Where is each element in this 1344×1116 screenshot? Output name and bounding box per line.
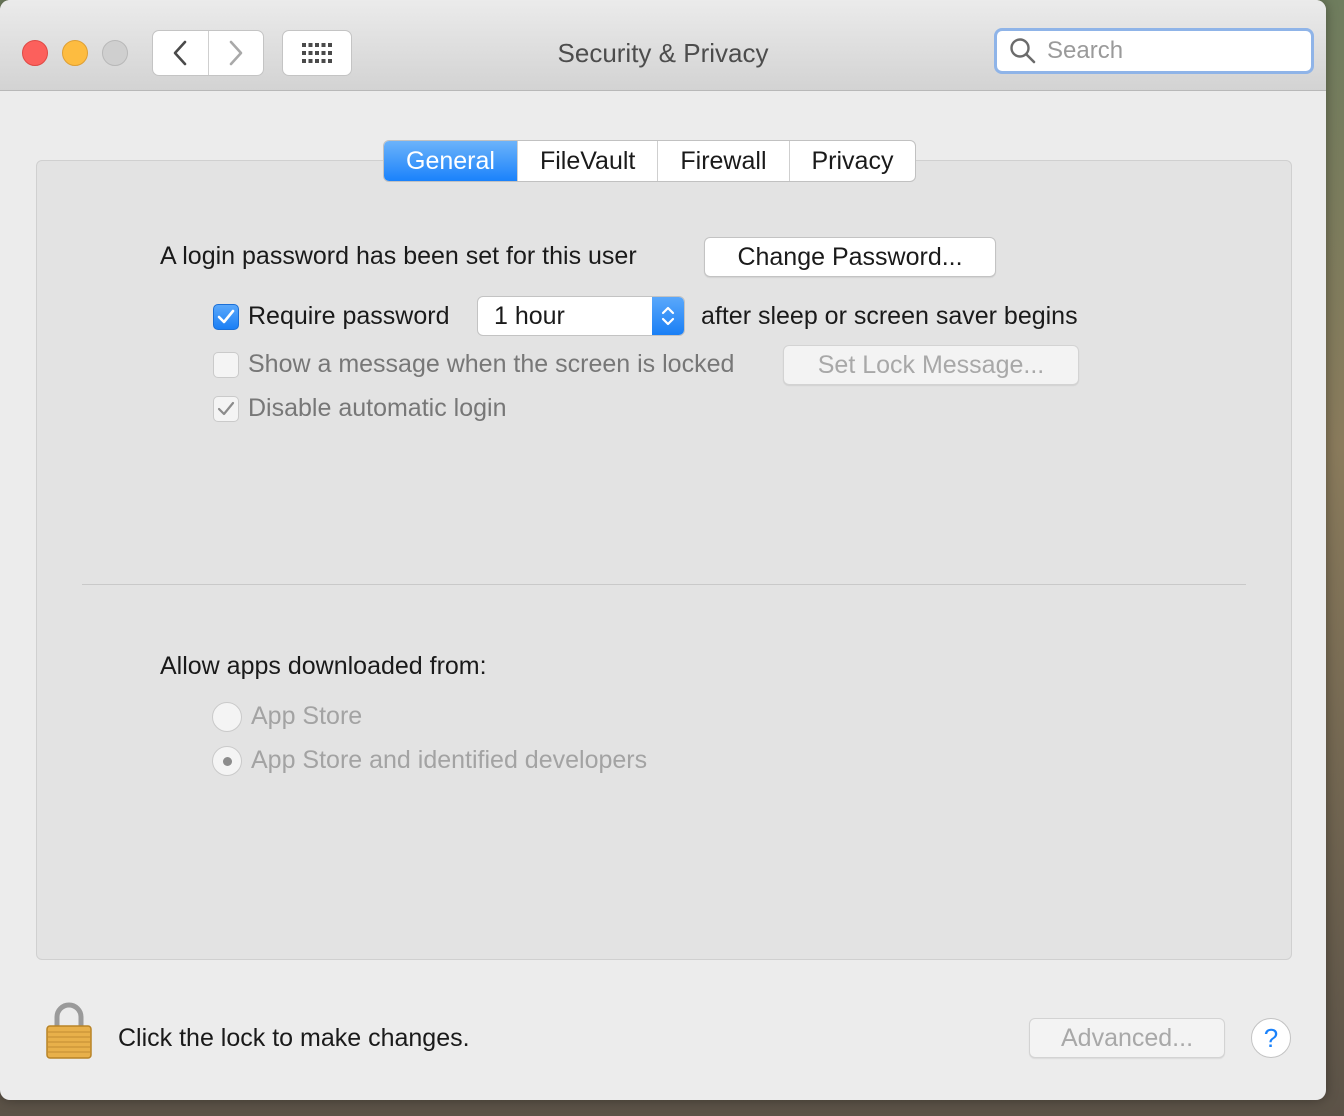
after-sleep-label: after sleep or screen saver begins	[701, 302, 1078, 330]
radio-app-store-identified[interactable]	[212, 746, 242, 776]
checkmark-icon	[217, 309, 235, 324]
allow-apps-heading: Allow apps downloaded from:	[160, 652, 487, 680]
radio-app-store-label: App Store	[251, 702, 363, 730]
search-icon	[1010, 38, 1036, 64]
require-password-delay-value: 1 hour	[494, 301, 565, 330]
login-password-status: A login password has been set for this u…	[160, 242, 637, 270]
disable-auto-login-checkbox[interactable]	[213, 396, 239, 422]
tab-firewall[interactable]: Firewall	[657, 141, 788, 181]
security-privacy-window: Security & Privacy General FileVault Fir…	[0, 0, 1326, 1100]
require-password-checkbox[interactable]	[213, 304, 239, 330]
change-password-button[interactable]: Change Password...	[704, 237, 996, 277]
radio-app-store-identified-label: App Store and identified developers	[251, 746, 648, 774]
show-message-checkbox[interactable]	[213, 352, 239, 378]
advanced-button[interactable]: Advanced...	[1029, 1018, 1225, 1058]
show-message-label: Show a message when the screen is locked	[248, 350, 735, 378]
tab-general[interactable]: General	[384, 141, 517, 181]
radio-app-store[interactable]	[212, 702, 242, 732]
search-input[interactable]	[1045, 36, 1299, 66]
section-divider	[82, 584, 1246, 585]
tab-filevault[interactable]: FileVault	[516, 141, 657, 181]
require-password-label: Require password	[248, 302, 450, 330]
disable-auto-login-label: Disable automatic login	[248, 394, 507, 422]
general-panel	[36, 160, 1292, 960]
checkmark-icon	[217, 401, 235, 416]
help-button[interactable]: ?	[1251, 1018, 1291, 1058]
search-field[interactable]	[994, 28, 1314, 74]
lock-status-text: Click the lock to make changes.	[118, 1024, 470, 1052]
tab-bar: General FileVault Firewall Privacy	[383, 140, 917, 182]
help-icon: ?	[1263, 1022, 1279, 1053]
tab-privacy[interactable]: Privacy	[788, 141, 916, 181]
lock-icon[interactable]	[44, 1000, 94, 1060]
radio-selected-dot	[222, 756, 232, 766]
set-lock-message-button[interactable]: Set Lock Message...	[783, 345, 1079, 385]
require-password-delay-select[interactable]: 1 hour	[477, 296, 685, 336]
stepper-arrows-icon	[652, 297, 684, 335]
title-bar: Security & Privacy	[0, 0, 1326, 91]
